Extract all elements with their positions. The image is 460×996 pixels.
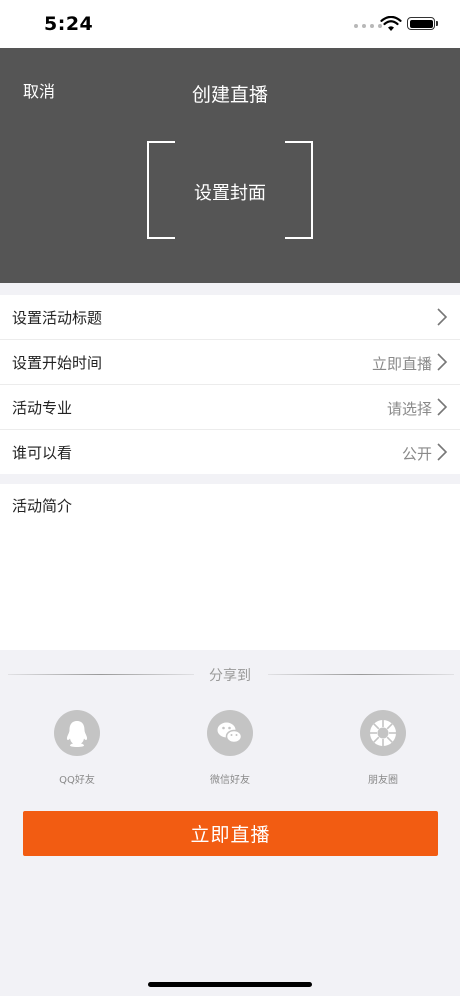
share-label: 朋友圈 xyxy=(368,775,398,786)
share-qq-button[interactable]: QQ好友 xyxy=(32,710,122,786)
row-visibility[interactable]: 谁可以看 公开 xyxy=(0,430,460,474)
row-value: 公开 xyxy=(401,445,432,463)
cover-label: 设置封面 xyxy=(194,183,266,204)
chevron-right-icon xyxy=(437,353,448,371)
start-live-button[interactable]: 立即直播 xyxy=(23,811,438,856)
wechat-icon xyxy=(207,710,253,756)
row-label: 活动专业 xyxy=(12,399,73,417)
chevron-right-icon xyxy=(437,398,448,416)
divider-right xyxy=(268,674,454,675)
row-label: 设置开始时间 xyxy=(12,354,103,372)
moments-icon xyxy=(360,710,406,756)
page-title: 创建直播 xyxy=(191,84,268,106)
share-wechat-button[interactable]: 微信好友 xyxy=(185,710,275,786)
row-start-time[interactable]: 设置开始时间 立即直播 xyxy=(0,340,460,385)
share-moments-button[interactable]: 朋友圈 xyxy=(338,710,428,786)
home-indicator xyxy=(148,982,312,987)
intro-label: 活动简介 xyxy=(12,497,73,515)
row-activity-major[interactable]: 活动专业 请选择 xyxy=(0,385,460,430)
row-activity-title[interactable]: 设置活动标题 xyxy=(0,295,460,340)
signal-icon xyxy=(354,24,382,28)
row-label: 设置活动标题 xyxy=(12,309,103,327)
cover-header: 取消 创建直播 设置封面 xyxy=(0,48,460,283)
row-value: 请选择 xyxy=(386,400,432,418)
battery-cap xyxy=(436,21,438,26)
set-cover-button[interactable]: 设置封面 xyxy=(147,141,313,239)
intro-textarea[interactable]: 活动简介 xyxy=(0,484,460,650)
share-label: QQ好友 xyxy=(59,775,95,786)
status-bar: 5:24 xyxy=(0,0,460,48)
battery-icon xyxy=(407,17,435,30)
share-title: 分享到 xyxy=(209,668,251,684)
qq-icon xyxy=(54,710,100,756)
settings-list: 设置活动标题 设置开始时间 立即直播 活动专业 请选择 谁可以看 公开 xyxy=(0,295,460,474)
wifi-icon xyxy=(380,16,402,31)
status-time: 5:24 xyxy=(44,13,94,35)
row-value: 立即直播 xyxy=(371,355,432,373)
row-label: 谁可以看 xyxy=(12,444,73,462)
chevron-right-icon xyxy=(437,443,448,461)
chevron-right-icon xyxy=(437,308,448,326)
share-label: 微信好友 xyxy=(210,775,250,786)
